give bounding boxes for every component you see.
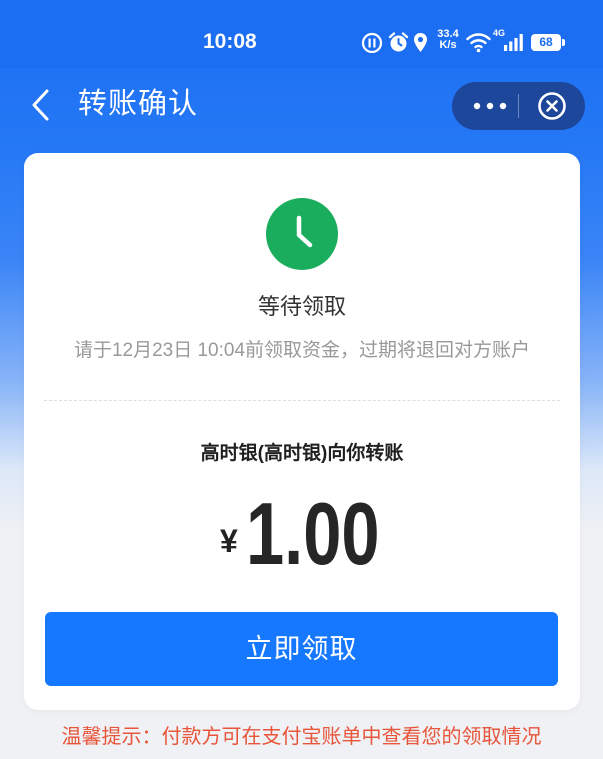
status-time: 10:08 <box>203 30 257 53</box>
transfer-card: 等待领取 请于12月23日 10:04前领取资金，过期将退回对方账户 高时银(高… <box>24 153 580 710</box>
mini-program-capsule <box>452 82 585 130</box>
clock-icon <box>266 198 338 270</box>
amount-value: 1.00 <box>246 484 380 583</box>
location-icon <box>414 33 427 52</box>
transfer-status: 等待领取 <box>257 294 346 319</box>
sender-line: 高时银(高时银)向你转账 <box>200 443 404 464</box>
dashed-divider <box>44 400 560 401</box>
capsule-divider <box>518 94 519 118</box>
alarm-icon <box>388 32 409 52</box>
signal-icon <box>504 34 523 51</box>
more-icon[interactable] <box>470 96 510 116</box>
net-speed: 33.4 K/s <box>434 29 462 51</box>
net-speed-unit: K/s <box>439 39 457 51</box>
wifi-icon <box>466 33 491 53</box>
claim-button[interactable]: 立即领取 <box>45 612 558 686</box>
status-bar: 10:08 33.4 K/s 4G 68 <box>0 0 603 68</box>
chevron-left-icon[interactable] <box>28 88 54 122</box>
page-title: 转账确认 <box>78 88 199 120</box>
currency-symbol: ¥ <box>220 523 238 559</box>
tip-text: 温馨提示：付款方可在支付宝账单中查看您的领取情况 <box>61 726 542 748</box>
battery-icon: 68 <box>531 34 565 51</box>
close-circle-icon[interactable] <box>537 91 567 121</box>
deadline-note: 请于12月23日 10:04前领取资金，过期将退回对方账户 <box>73 340 531 361</box>
data-saver-icon <box>361 32 383 54</box>
